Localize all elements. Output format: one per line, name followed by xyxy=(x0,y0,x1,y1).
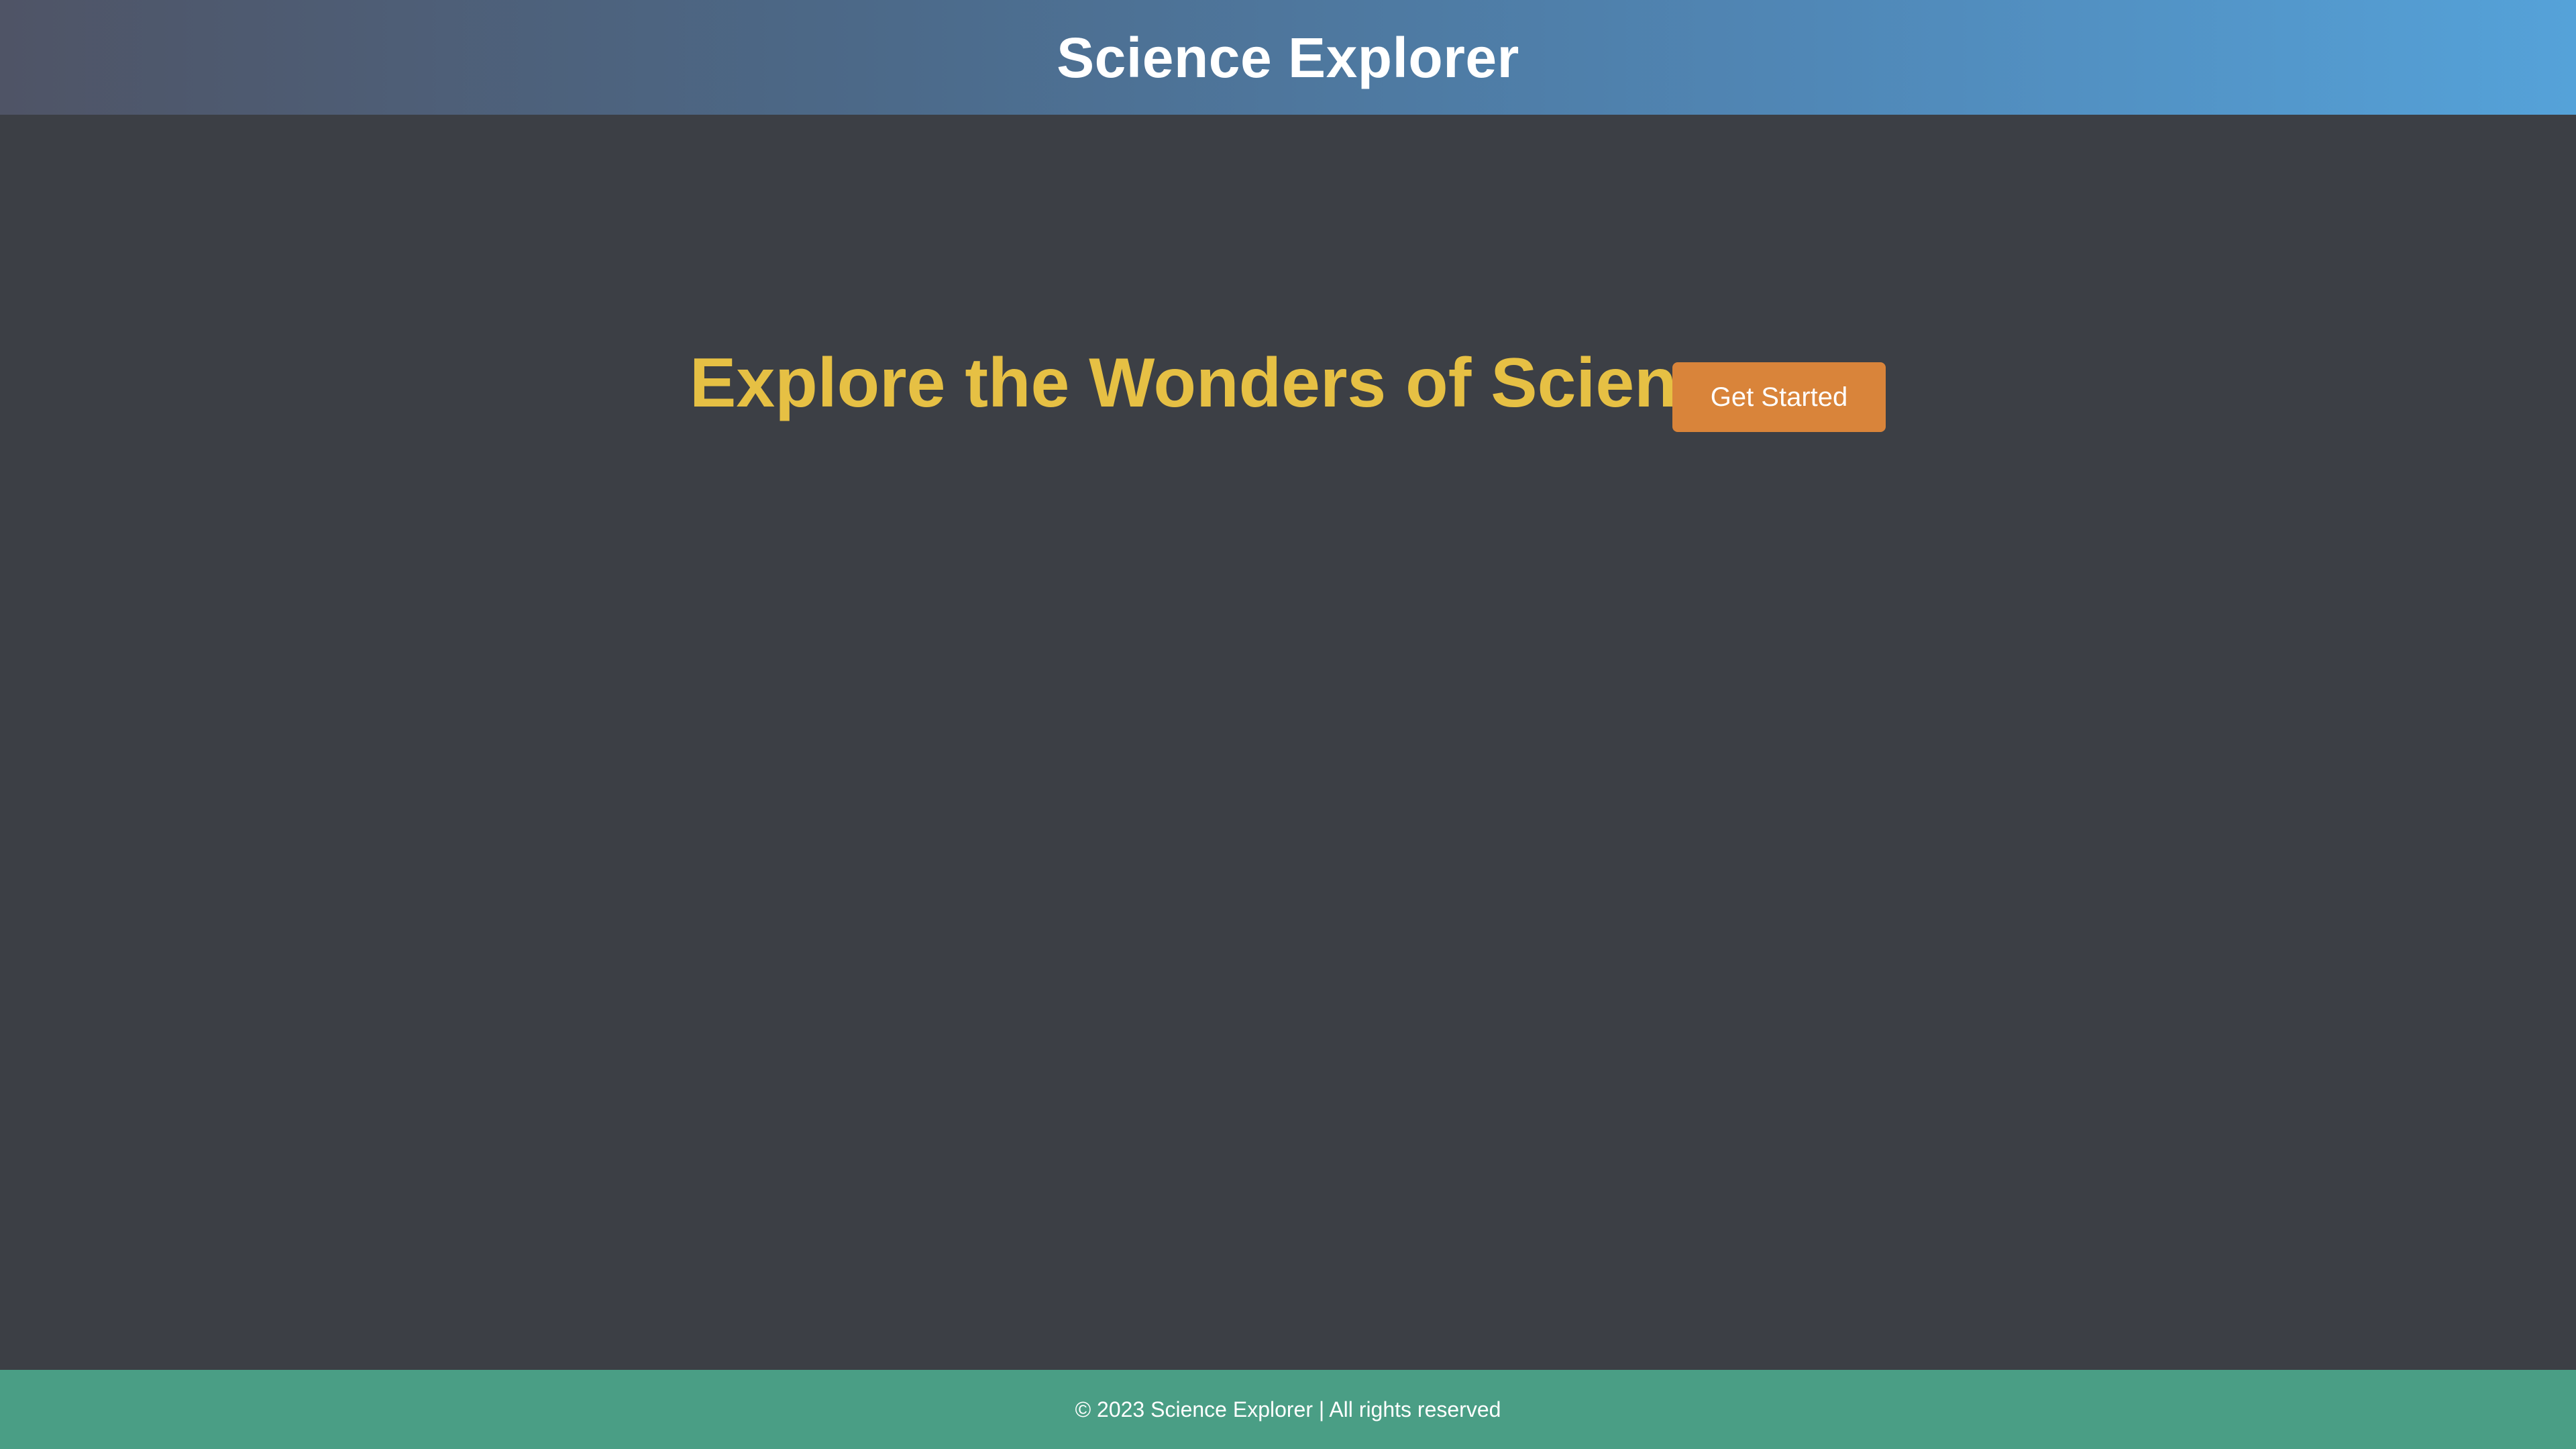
site-title: Science Explorer xyxy=(1057,25,1519,89)
get-started-button[interactable]: Get Started xyxy=(1672,362,1886,432)
site-footer: © 2023 Science Explorer | All rights res… xyxy=(0,1370,2576,1449)
site-header: Science Explorer xyxy=(0,0,2576,115)
footer-copyright: © 2023 Science Explorer | All rights res… xyxy=(1075,1397,1501,1421)
hero-heading: Explore the Wonders of Science xyxy=(690,344,1755,422)
hero-section: Explore the Wonders of Science Get Start… xyxy=(0,115,2576,1370)
page: Science Explorer Explore the Wonders of … xyxy=(0,0,2576,1449)
